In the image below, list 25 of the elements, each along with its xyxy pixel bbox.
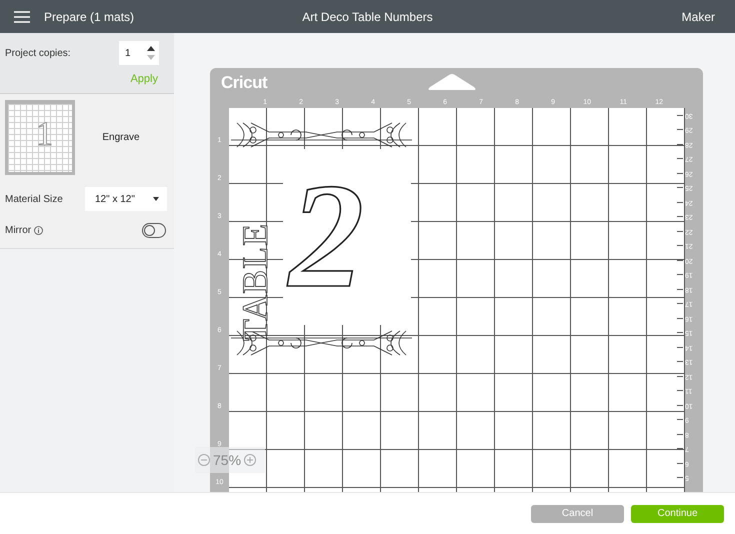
copies-label: Project copies: xyxy=(5,48,71,58)
zoom-level: 75% xyxy=(213,452,242,468)
machine-name[interactable]: Maker xyxy=(682,10,715,24)
mirror-toggle[interactable] xyxy=(142,223,166,238)
apply-link[interactable]: Apply xyxy=(130,73,158,85)
page-title: Prepare (1 mats) xyxy=(44,10,134,24)
cancel-button[interactable]: Cancel xyxy=(531,504,624,522)
copies-input[interactable]: 1 xyxy=(119,41,159,65)
info-icon[interactable] xyxy=(34,226,44,235)
caret-icon xyxy=(153,197,159,201)
brand-logo: Cricut xyxy=(221,72,268,92)
plus-icon xyxy=(247,457,254,463)
mat-thumbnail[interactable]: 1 xyxy=(5,100,75,175)
project-name: Art Deco Table Numbers xyxy=(302,10,433,24)
mat-notch xyxy=(427,73,477,90)
continue-button[interactable]: Continue xyxy=(631,504,724,522)
thumbnail-number: 1 xyxy=(36,118,53,152)
spinner-icon[interactable] xyxy=(147,45,155,61)
design-word: TABLE xyxy=(235,222,275,341)
minus-icon xyxy=(201,457,207,463)
operation-label: Engrave xyxy=(101,132,141,143)
material-size-select[interactable]: 12" x 12" xyxy=(85,187,167,211)
menu-icon[interactable] xyxy=(14,10,30,22)
material-size-label: Material Size xyxy=(5,194,63,204)
mirror-label: Mirror xyxy=(5,225,32,236)
